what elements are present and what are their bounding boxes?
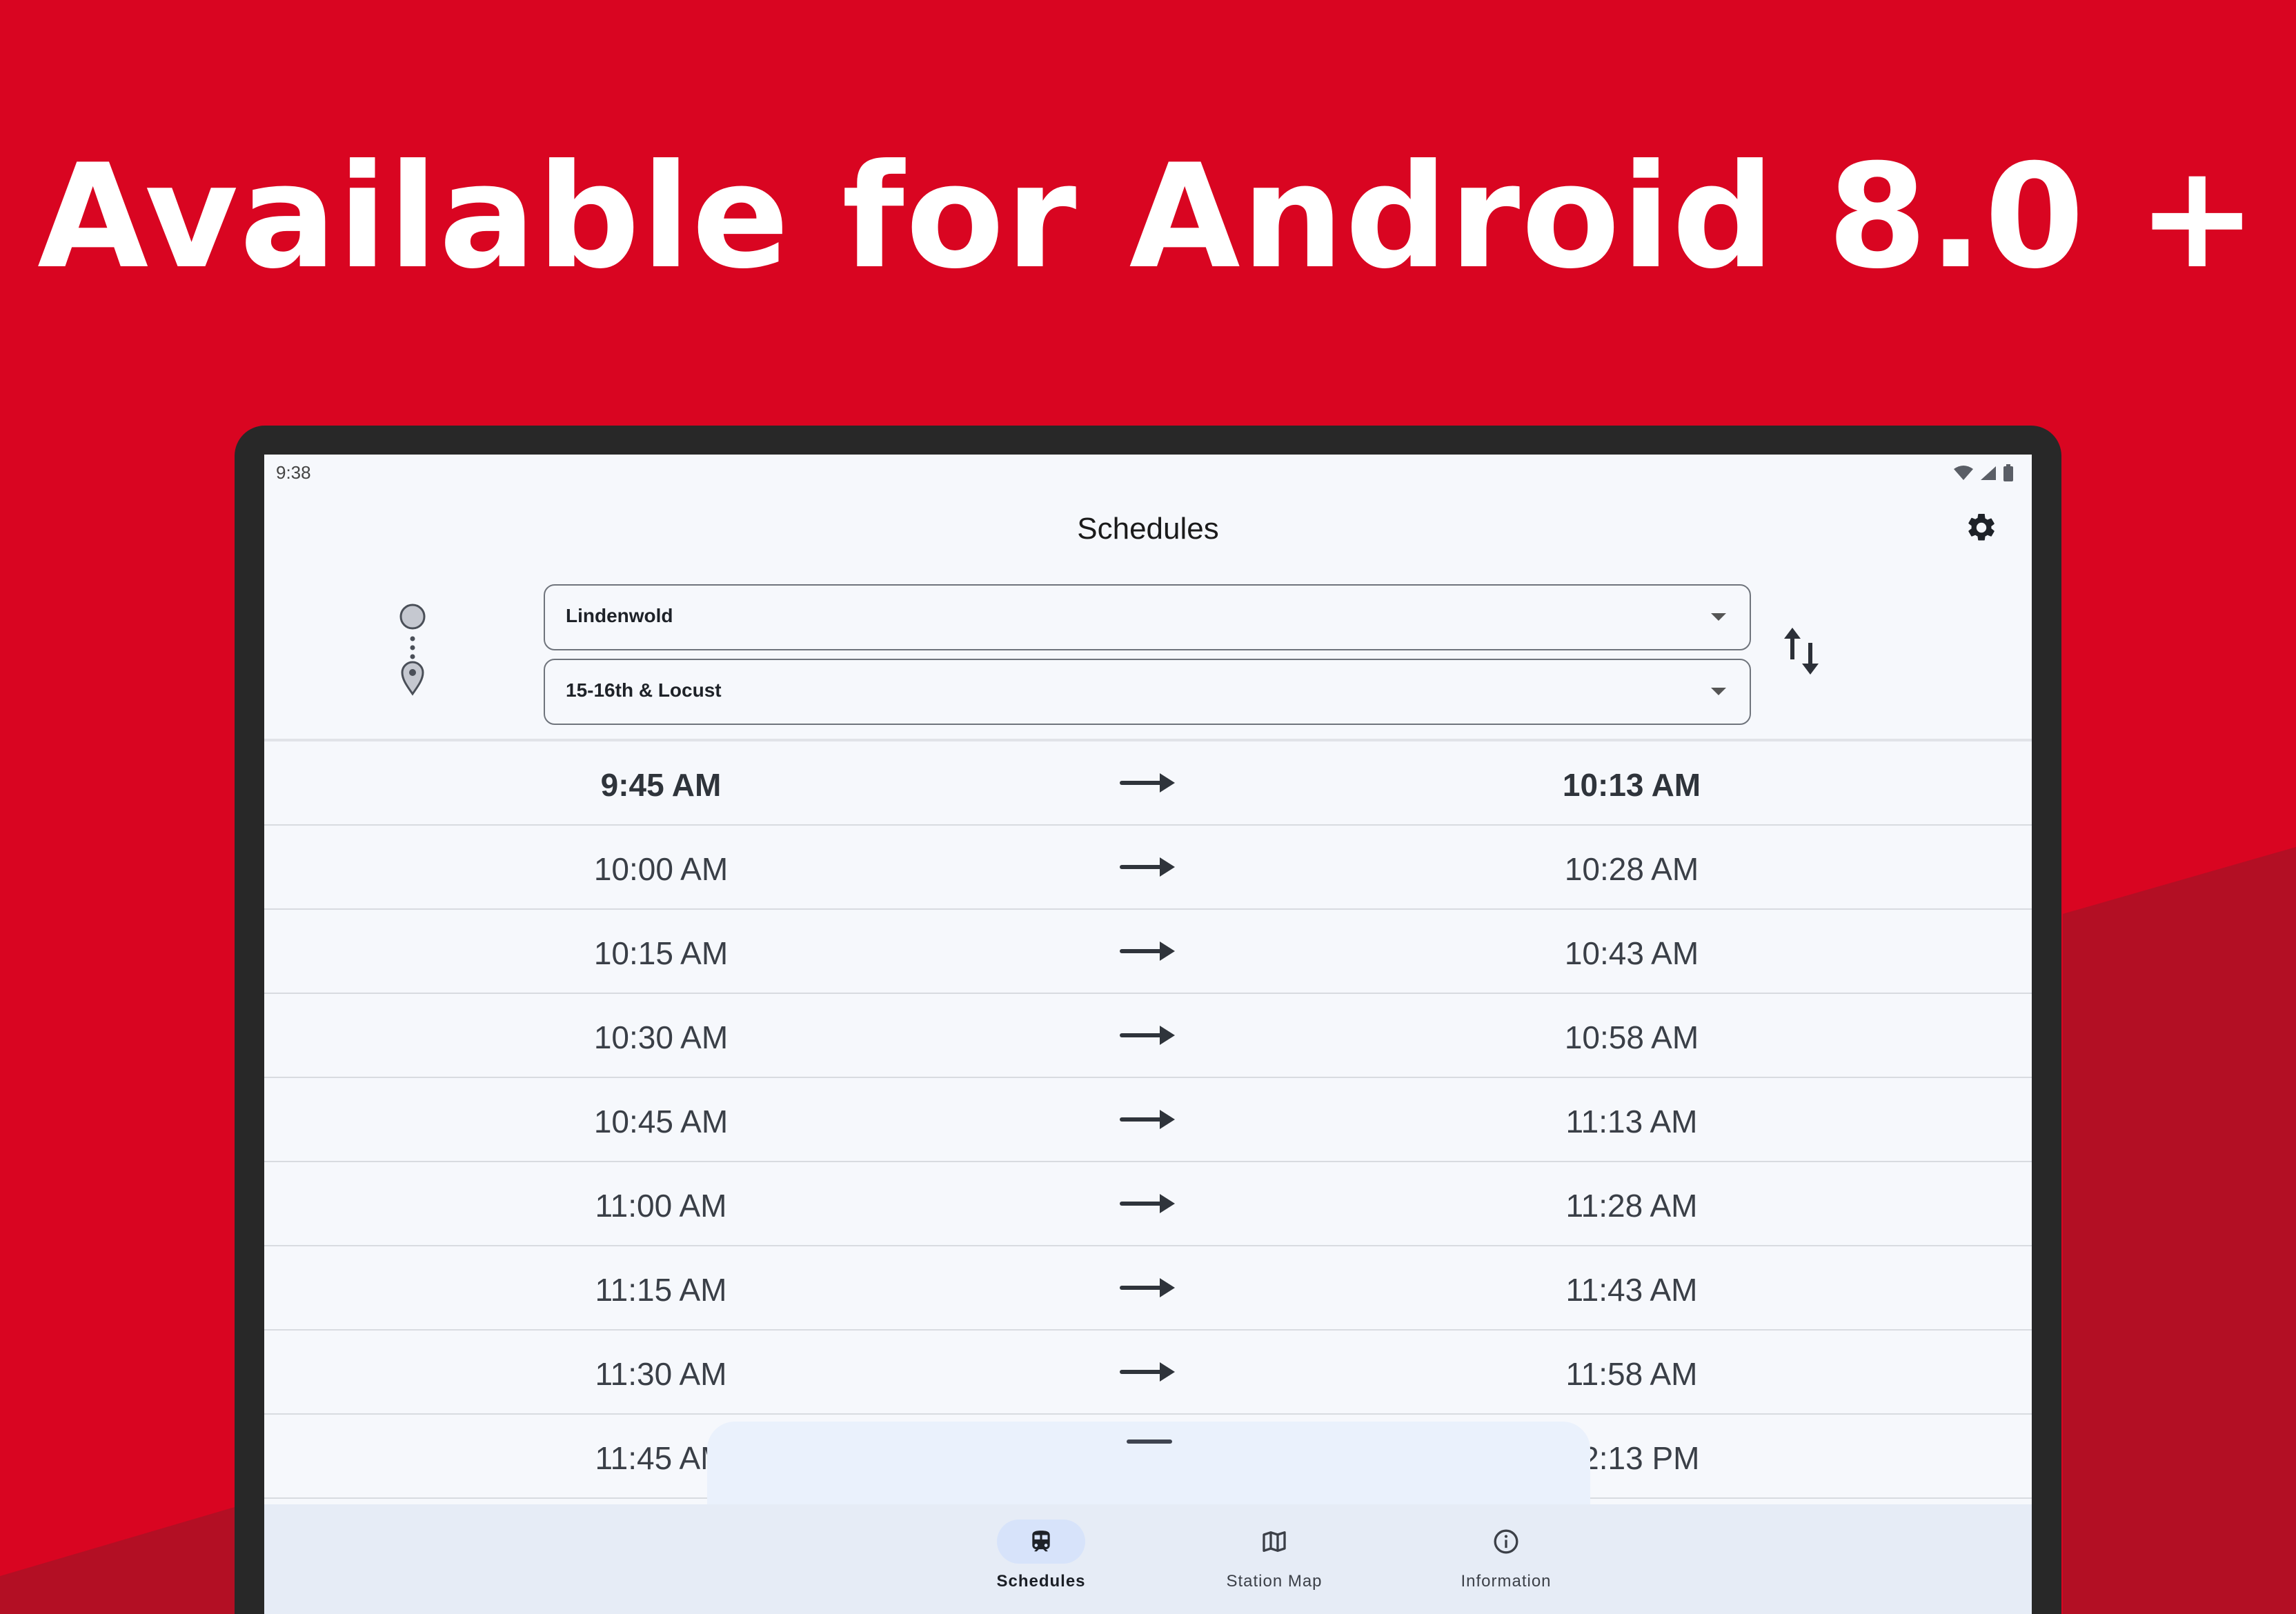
arrow-right-icon — [1120, 1194, 1175, 1213]
departure-time: 11:15 AM — [595, 1272, 727, 1308]
departure-time: 10:45 AM — [593, 1104, 729, 1139]
destination-pin-icon — [401, 661, 424, 696]
train-icon — [1032, 1531, 1050, 1552]
battery-icon — [2003, 464, 2014, 486]
departure-time: 10:15 AM — [593, 935, 729, 971]
arrival-time: 10:28 AM — [1564, 851, 1699, 887]
schedule-row[interactable]: 11:15 AM 11:43 AM — [264, 1246, 2032, 1331]
nav-indicator — [1462, 1520, 1550, 1564]
departure-time: 10:00 AM — [593, 851, 729, 887]
arrival-time: 11:28 AM — [1565, 1188, 1698, 1224]
nav-item-station-map[interactable]: Station Map — [1198, 1520, 1350, 1591]
route-indicator — [395, 603, 430, 706]
arrow-right-icon — [1120, 1026, 1175, 1045]
headline: Available for Android 8.0 + — [37, 134, 2259, 301]
arrow-right-icon — [1120, 857, 1175, 877]
nav-label: Information — [1461, 1572, 1552, 1591]
departure-time: 9:45 AM — [600, 767, 722, 803]
schedule-row[interactable]: 10:00 AM 10:28 AM — [264, 826, 2032, 910]
schedule-row[interactable]: 10:45 AM 11:13 AM — [264, 1078, 2032, 1162]
schedule-row[interactable]: 10:30 AM 10:58 AM — [264, 994, 2032, 1078]
cell-signal-icon — [1979, 465, 1997, 485]
schedule-row[interactable]: 11:30 AM 11:58 AM — [264, 1331, 2032, 1415]
bottom-sheet[interactable] — [707, 1422, 1590, 1518]
arrival-time: 11:58 AM — [1565, 1356, 1698, 1392]
page-title: Schedules — [1077, 512, 1219, 546]
app-screen: 9:38 Schedules Lindenwold 15-16th & Locu… — [264, 455, 2032, 1614]
swap-vertical-icon[interactable] — [1779, 624, 1827, 679]
nav-item-schedules[interactable]: Schedules — [965, 1520, 1117, 1591]
schedule-list: 9:45 AM 10:13 AM 10:00 AM 10:28 AM 10:15… — [264, 741, 2032, 1499]
schedule-row[interactable]: 9:45 AM 10:13 AM — [264, 741, 2032, 826]
arrival-time: 11:13 AM — [1565, 1104, 1698, 1139]
gear-icon[interactable] — [1965, 511, 1998, 544]
arrival-time: 10:58 AM — [1564, 1019, 1699, 1055]
status-time: 9:38 — [276, 462, 311, 483]
arrow-right-icon — [1120, 773, 1175, 793]
departure-time: 11:30 AM — [595, 1356, 727, 1392]
destination-select[interactable]: 15-16th & Locust — [544, 659, 1751, 725]
arrival-time: 11:43 AM — [1565, 1272, 1698, 1308]
nav-label: Station Map — [1226, 1572, 1323, 1591]
chevron-down-icon — [1711, 613, 1726, 621]
arrow-right-icon — [1120, 1362, 1175, 1382]
origin-value: Lindenwold — [566, 605, 673, 626]
map-icon — [1263, 1531, 1286, 1552]
departure-time: 11:00 AM — [595, 1188, 727, 1224]
origin-circle-icon — [399, 604, 426, 630]
info-icon — [1494, 1529, 1518, 1554]
arrow-right-icon — [1120, 1278, 1175, 1297]
schedule-row[interactable]: 10:15 AM 10:43 AM — [264, 910, 2032, 994]
status-icons — [1953, 464, 2014, 486]
nav-indicator — [1230, 1520, 1318, 1564]
arrow-right-icon — [1120, 1110, 1175, 1129]
departure-time: 10:30 AM — [593, 1019, 729, 1055]
drag-handle[interactable] — [1127, 1439, 1172, 1444]
nav-label: Schedules — [996, 1572, 1086, 1591]
nav-indicator — [997, 1520, 1085, 1564]
destination-value: 15-16th & Locust — [566, 679, 722, 701]
arrival-time: 10:13 AM — [1562, 767, 1701, 803]
arrival-time: 10:43 AM — [1564, 935, 1699, 971]
schedule-row[interactable]: 11:00 AM 11:28 AM — [264, 1162, 2032, 1246]
arrow-right-icon — [1120, 942, 1175, 961]
wifi-icon — [1953, 465, 1974, 485]
chevron-down-icon — [1711, 688, 1726, 695]
origin-select[interactable]: Lindenwold — [544, 584, 1751, 650]
nav-item-information[interactable]: Information — [1430, 1520, 1582, 1591]
bottom-navigation: Schedules Station Map Information — [264, 1504, 2032, 1614]
